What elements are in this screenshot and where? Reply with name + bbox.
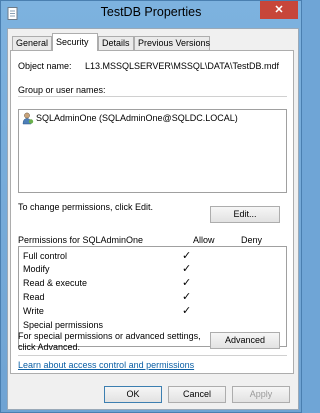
special-permissions-text: For special permissions or advanced sett…: [18, 331, 201, 341]
window-title: TestDB Properties: [100, 5, 202, 19]
dialog-client: General Security Details Previous Versio…: [7, 28, 299, 410]
allow-check-icon: ✓: [182, 305, 192, 317]
allow-header: Allow: [193, 235, 215, 245]
user-list[interactable]: SQLAdminOne (SQLAdminOne@SQLDC.LOCAL): [18, 109, 287, 193]
security-panel: Object name: L13.MSSQLSERVER\MSSQL\DATA\…: [10, 50, 294, 374]
permission-name: Special permissions: [23, 320, 104, 330]
special-permissions-text-2: click Advanced.: [18, 342, 81, 352]
tab-general[interactable]: General: [12, 36, 52, 50]
apply-button-label: Apply: [249, 389, 273, 399]
allow-check-icon: ✓: [182, 263, 192, 275]
properties-window: TestDB Properties ✕ General Security Det…: [0, 0, 302, 413]
cancel-button-label: Cancel: [182, 389, 211, 399]
edit-button[interactable]: Edit...: [210, 206, 280, 223]
close-icon: ✕: [274, 4, 284, 16]
user-name: SQLAdminOne (SQLAdminOne@SQLDC.LOCAL): [36, 113, 238, 123]
permissions-header-label: Permissions for SQLAdminOne: [18, 235, 144, 245]
user-icon: [22, 112, 34, 125]
table-row: Read & execute ✓: [23, 277, 283, 291]
ok-button[interactable]: OK: [104, 386, 162, 403]
separator: [18, 96, 287, 97]
permission-name: Write: [23, 306, 44, 316]
table-row: Modify ✓: [23, 263, 283, 277]
allow-check-icon: ✓: [182, 250, 192, 262]
allow-check-icon: ✓: [182, 277, 192, 289]
close-button[interactable]: ✕: [260, 1, 298, 19]
permission-name: Full control: [23, 251, 68, 261]
table-row: Read ✓: [23, 291, 283, 305]
deny-header: Deny: [241, 235, 263, 245]
object-name-label: Object name:: [18, 61, 72, 71]
permission-name: Read & execute: [23, 278, 88, 288]
permission-name: Modify: [23, 264, 50, 274]
edit-button-label: Edit...: [233, 209, 257, 219]
table-row: Write ✓: [23, 305, 283, 319]
permission-name: Read: [23, 292, 45, 302]
cancel-button[interactable]: Cancel: [168, 386, 226, 403]
tab-previous-versions[interactable]: Previous Versions: [134, 36, 210, 50]
object-name-value: L13.MSSQLSERVER\MSSQL\DATA\TestDB.mdf: [85, 61, 280, 71]
change-permissions-text: To change permissions, click Edit.: [18, 202, 154, 212]
apply-button[interactable]: Apply: [232, 386, 290, 403]
group-names-label: Group or user names:: [18, 85, 106, 95]
table-row: Full control ✓: [23, 250, 283, 264]
ok-button-label: OK: [126, 389, 140, 399]
separator: [18, 355, 287, 356]
learn-more-link[interactable]: Learn about access control and permissio…: [18, 360, 194, 370]
advanced-button[interactable]: Advanced: [210, 332, 280, 349]
advanced-button-label: Advanced: [224, 335, 266, 345]
tab-details[interactable]: Details: [98, 36, 134, 50]
list-item[interactable]: SQLAdminOne (SQLAdminOne@SQLDC.LOCAL): [22, 112, 282, 126]
title-bar[interactable]: TestDB Properties ✕: [1, 1, 301, 27]
allow-check-icon: ✓: [182, 291, 192, 303]
tab-security[interactable]: Security: [52, 33, 98, 51]
